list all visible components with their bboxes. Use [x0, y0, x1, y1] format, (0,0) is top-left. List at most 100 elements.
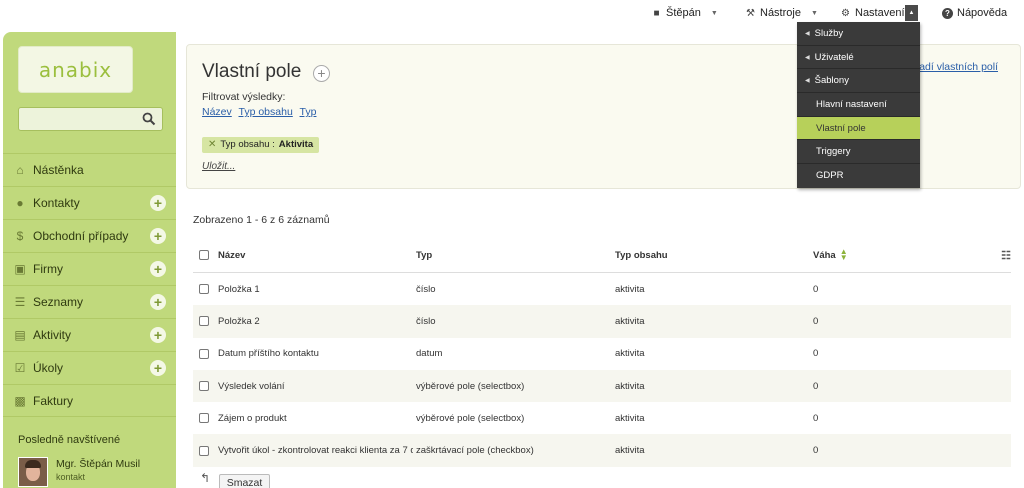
row-checkbox[interactable]: [199, 348, 209, 359]
cell-nazev[interactable]: Zájem o produkt: [218, 402, 413, 434]
menu-item-vlastni-pole[interactable]: Vlastní pole: [797, 116, 920, 141]
cell-typ: výběrové pole (selectbox): [416, 412, 525, 424]
settings-menu[interactable]: ⚙ Nastavení: [840, 6, 905, 20]
recent-item-type: kontakt: [56, 472, 86, 482]
row-checkbox[interactable]: [199, 284, 209, 295]
sidebar-item-label: Firmy: [33, 262, 63, 276]
table-row[interactable]: Položka 2 číslo aktivita 0: [193, 305, 1011, 338]
sidebar-item-firmy[interactable]: ▣ Firmy +: [3, 252, 176, 285]
sidebar-item-label: Seznamy: [33, 295, 84, 309]
column-header-typ-obsahu[interactable]: Typ obsahu: [615, 238, 810, 272]
table-row[interactable]: Vytvořit úkol - zkontrolovat reakci klie…: [193, 434, 1011, 467]
menu-item-triggery[interactable]: Triggery: [797, 140, 920, 165]
filter-label: Filtrovat výsledky:: [202, 91, 286, 103]
sidebar-item-obchodni-pripady[interactable]: $ Obchodní případy +: [3, 219, 176, 252]
cell-vaha: 0: [813, 412, 819, 424]
columns-icon[interactable]: ☷: [1001, 238, 1011, 272]
sidebar-item-aktivity[interactable]: ▤ Aktivity +: [3, 318, 176, 351]
delete-button[interactable]: Smazat: [219, 474, 270, 488]
home-icon: ⌂: [16, 163, 24, 177]
table-row[interactable]: Zájem o produkt výběrové pole (selectbox)…: [193, 402, 1011, 434]
list-icon: ☰: [14, 295, 26, 309]
user-menu[interactable]: ■ Štěpán ▼: [651, 6, 717, 20]
add-company-button[interactable]: +: [150, 261, 166, 277]
save-filter-link[interactable]: Uložit...: [202, 161, 235, 172]
page-title: Vlastní pole: [202, 61, 302, 82]
user-menu-label: Štěpán: [666, 7, 701, 19]
add-list-button[interactable]: +: [150, 294, 166, 310]
filter-link-nazev[interactable]: Název: [202, 106, 232, 118]
menu-item-sablony[interactable]: ◀ Šablony: [797, 69, 920, 94]
sidebar-item-seznamy[interactable]: ☰ Seznamy +: [3, 285, 176, 318]
menu-item-sluzby[interactable]: ◀ Služby: [797, 22, 920, 46]
table-row[interactable]: Datum příštího kontaktu datum aktivita 0: [193, 338, 1011, 370]
help-menu-label: Nápověda: [957, 7, 1008, 19]
cell-nazev[interactable]: Datum příštího kontaktu: [218, 338, 413, 370]
sidebar-item-label: Úkoly: [33, 361, 64, 375]
activity-icon: ▤: [14, 328, 26, 342]
table-row[interactable]: Výsledek volání výběrové pole (selectbox)…: [193, 369, 1011, 403]
recent-item-name[interactable]: Mgr. Štěpán Musil: [56, 458, 140, 470]
remove-filter-icon[interactable]: ✕: [208, 137, 216, 153]
sort-icon: ▲ ▼: [839, 247, 848, 262]
cell-nazev[interactable]: Výsledek volání: [218, 370, 413, 402]
menu-item-uzivatele[interactable]: ◀ Uživatelé: [797, 46, 920, 70]
filter-links: Název Typ obsahu Typ: [202, 106, 320, 118]
record-count: Zobrazeno 1 - 6 z 6 záznamů: [193, 214, 330, 226]
cell-vaha: 0: [813, 315, 819, 327]
add-task-button[interactable]: +: [150, 360, 166, 376]
row-checkbox[interactable]: [199, 413, 209, 424]
task-icon: ☑: [14, 361, 26, 375]
company-icon: ▣: [14, 262, 26, 276]
menu-item-hlavni-nastaveni[interactable]: Hlavní nastavení: [797, 93, 920, 117]
column-header-typ[interactable]: Typ: [416, 238, 611, 272]
recent-item[interactable]: Mgr. Štěpán Musil kontakt: [18, 457, 168, 488]
cell-nazev[interactable]: Položka 2: [218, 305, 413, 337]
search-icon[interactable]: [142, 112, 156, 126]
contact-icon: ●: [16, 196, 24, 210]
column-header-nazev[interactable]: Název: [218, 238, 413, 272]
sidebar-item-ukoly[interactable]: ☑ Úkoly +: [3, 351, 176, 384]
row-checkbox[interactable]: [199, 445, 209, 456]
sidebar-item-faktury[interactable]: ▩ Faktury: [3, 384, 176, 417]
search-input[interactable]: [18, 107, 163, 131]
sidebar-item-kontakty[interactable]: ● Kontakty +: [3, 186, 176, 219]
menu-item-label: Triggery: [816, 146, 851, 158]
active-filter-chip: ✕ Typ obsahu : Aktivita: [202, 137, 320, 153]
row-checkbox[interactable]: [199, 316, 209, 327]
sidebar-item-nastenka[interactable]: ⌂ Nástěnka: [3, 153, 176, 186]
user-icon: ■: [653, 7, 660, 19]
filter-link-typ-obsahu[interactable]: Typ obsahu: [239, 106, 293, 118]
add-custom-field-button[interactable]: +: [313, 65, 330, 82]
menu-item-gdpr[interactable]: GDPR: [797, 164, 920, 188]
add-contact-button[interactable]: +: [150, 195, 166, 211]
menu-item-label: Hlavní nastavení: [816, 98, 887, 110]
settings-dropdown: ◀ Služby ◀ Uživatelé ◀ Šablony Hlavní nasta…: [797, 22, 920, 188]
cell-typ-obsahu: aktivita: [615, 445, 645, 457]
cell-vaha: 0: [813, 283, 819, 295]
chevron-left-icon: ◀: [805, 30, 810, 37]
tools-menu[interactable]: ⚒ Nástroje ▼: [745, 6, 818, 20]
sidebar-item-label: Nástěnka: [33, 163, 84, 177]
table-header: Název Typ Typ obsahu Váha ▲ ▼ ☷: [193, 238, 1011, 273]
chevron-down-icon: ▼: [810, 9, 818, 17]
add-activity-button[interactable]: +: [150, 327, 166, 343]
add-deal-button[interactable]: +: [150, 228, 166, 244]
select-all-checkbox[interactable]: [199, 250, 209, 260]
cell-nazev[interactable]: Položka 1: [218, 273, 413, 305]
logo[interactable]: anabix: [18, 46, 133, 93]
chevron-left-icon: ◀: [805, 54, 810, 61]
cell-nazev[interactable]: Vytvořit úkol - zkontrolovat reakci klie…: [218, 434, 413, 466]
row-checkbox[interactable]: [199, 381, 209, 392]
column-header-vaha[interactable]: Váha ▲ ▼: [813, 238, 913, 272]
help-menu[interactable]: ? Nápověda: [942, 6, 1007, 20]
cell-typ-obsahu: aktivita: [615, 283, 645, 295]
menu-item-label: Vlastní pole: [816, 122, 866, 134]
chip-label: Typ obsahu :: [220, 139, 275, 150]
order-fields-link[interactable]: řadí vlastních polí: [916, 61, 998, 73]
custom-fields-table: Název Typ Typ obsahu Váha ▲ ▼ ☷ Položka 1…: [193, 238, 1011, 467]
chevron-up-icon[interactable]: ▲: [905, 5, 918, 21]
table-row[interactable]: Položka 1 číslo aktivita 0: [193, 273, 1011, 305]
filter-link-typ[interactable]: Typ: [300, 106, 317, 118]
cell-typ-obsahu: aktivita: [615, 348, 645, 360]
